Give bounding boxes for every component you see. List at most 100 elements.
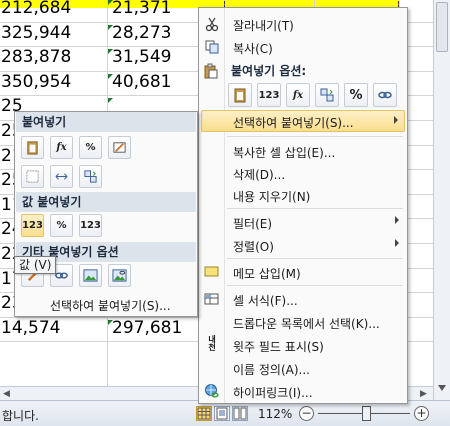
scissors-icon bbox=[205, 17, 219, 32]
menu-item-sort[interactable]: 정렬(O) bbox=[201, 234, 405, 256]
normal-view-button[interactable] bbox=[196, 406, 212, 421]
menu-item-hyperlink[interactable]: 하이퍼링크(I)... bbox=[201, 380, 405, 402]
scroll-right-icon[interactable]: ▶ bbox=[420, 389, 427, 399]
paste-transpose-button[interactable] bbox=[315, 83, 339, 107]
scroll-down-icon[interactable] bbox=[437, 382, 447, 394]
paste-options-header: 붙여넣기 옵션: bbox=[199, 61, 407, 81]
formula-icon: fx bbox=[56, 142, 67, 153]
cell-col-a[interactable]: 14,574 bbox=[1, 317, 60, 340]
error-indicator bbox=[108, 98, 113, 104]
menu-item-filter[interactable]: 필터(E) bbox=[201, 211, 405, 233]
menu-item-insert-comment[interactable]: 메모 삽입(M) bbox=[201, 261, 405, 283]
menu-item-paste-special[interactable]: 선택하여 붙여넣기(S)... bbox=[201, 110, 405, 132]
paste-icon bbox=[27, 141, 38, 155]
menu-item-label: 내용 지우기(N) bbox=[233, 190, 311, 204]
menu-item-label: 윗주 필드 표시(S) bbox=[233, 340, 324, 354]
zoom-level[interactable]: 112% bbox=[258, 407, 292, 421]
menu-item-clear-contents[interactable]: 내용 지우기(N) bbox=[201, 184, 405, 206]
menu-item-cut[interactable]: 잘라내기(T) bbox=[201, 13, 405, 35]
cell-col-a[interactable]: 325,944 bbox=[1, 22, 71, 45]
paste-linked-picture-button[interactable] bbox=[108, 264, 131, 287]
view-switcher bbox=[196, 406, 248, 421]
paste-no-borders-button[interactable] bbox=[21, 165, 44, 188]
page-break-icon bbox=[233, 407, 247, 420]
paste-values-button[interactable]: 123 bbox=[21, 214, 44, 237]
zoom-in-button[interactable]: + bbox=[414, 406, 429, 421]
vertical-scrollbar[interactable] bbox=[433, 0, 450, 400]
menu-item-label: 하이퍼링크(I)... bbox=[233, 386, 313, 400]
picture-icon bbox=[83, 269, 98, 282]
status-message: 합니다. bbox=[2, 409, 39, 423]
cell-col-b[interactable]: 297,681 bbox=[112, 317, 182, 340]
cell-col-b[interactable]: 40,681 bbox=[112, 71, 171, 94]
menu-item-pick-from-list[interactable]: 드롭다운 목록에서 선택(K)... bbox=[201, 311, 405, 333]
hyperlink-icon bbox=[205, 384, 219, 398]
menu-separator bbox=[227, 258, 403, 259]
values-percent-icon: % bbox=[56, 220, 67, 231]
transpose-icon bbox=[84, 170, 97, 183]
menu-item-copy[interactable]: 복사(C) bbox=[201, 36, 405, 58]
paste-link-button[interactable] bbox=[373, 83, 397, 107]
paste-keep-width-button[interactable] bbox=[50, 165, 73, 188]
menu-item-label: 메모 삽입(M) bbox=[233, 267, 301, 281]
menu-item-define-name[interactable]: 이름 정의(A)... bbox=[201, 357, 405, 379]
paste-keep-source-button[interactable] bbox=[108, 136, 131, 159]
paste-all-button[interactable] bbox=[21, 136, 44, 159]
submenu-paste-special[interactable]: 선택하여 붙여넣기(S)... bbox=[16, 296, 196, 316]
cell-col-b[interactable]: 31,549 bbox=[112, 46, 171, 69]
paste-values-source-format-button[interactable]: 123 bbox=[79, 214, 102, 237]
page-layout-view-button[interactable] bbox=[214, 406, 230, 421]
context-menu: 잘라내기(T) 복사(C) 붙여넣기 옵션: 123 fx % 선택하여 붙여넣… bbox=[198, 7, 408, 404]
submenu-arrow-icon bbox=[394, 116, 398, 124]
values-icon: 123 bbox=[22, 220, 43, 231]
menu-item-format-cells[interactable]: 셀 서식(F)... bbox=[201, 288, 405, 310]
menu-item-label: 이름 정의(A)... bbox=[233, 363, 310, 377]
paste-values-button[interactable]: 123 bbox=[257, 83, 281, 107]
cell-col-b[interactable]: 28,273 bbox=[112, 22, 171, 45]
paste-transpose-button[interactable] bbox=[79, 165, 102, 188]
column-width-icon bbox=[55, 173, 68, 180]
menu-item-insert-copied-cells[interactable]: 복사한 셀 삽입(E)... bbox=[201, 140, 405, 162]
error-indicator bbox=[108, 0, 113, 5]
page-break-view-button[interactable] bbox=[232, 406, 248, 421]
paste-button[interactable] bbox=[228, 83, 252, 107]
tooltip-values: 값 (V) bbox=[14, 256, 57, 274]
grid-icon bbox=[197, 407, 211, 420]
paste-formulas-button[interactable]: fx bbox=[286, 83, 310, 107]
format-cells-icon bbox=[204, 293, 219, 305]
paste-formulas-numformat-button[interactable]: % bbox=[79, 136, 102, 159]
paste-icon bbox=[234, 88, 246, 103]
error-indicator bbox=[108, 73, 113, 79]
scroll-thumb[interactable] bbox=[436, 2, 448, 52]
menu-item-label: 정렬(O) bbox=[233, 240, 274, 254]
transpose-icon bbox=[320, 88, 334, 102]
scroll-left-icon[interactable]: ◀ bbox=[3, 389, 10, 399]
copy-icon bbox=[205, 40, 219, 54]
menu-item-label: 복사한 셀 삽입(E)... bbox=[233, 146, 336, 160]
values-icon: 123 bbox=[258, 89, 280, 101]
menu-item-phonetic-field[interactable]: 내천 윗주 필드 표시(S) bbox=[201, 334, 405, 356]
paste-picture-button[interactable] bbox=[79, 264, 102, 287]
menu-item-label: 선택하여 붙여넣기(S)... bbox=[233, 116, 354, 130]
brush-icon bbox=[113, 142, 126, 153]
paste-values-numformat-button[interactable]: % bbox=[50, 214, 73, 237]
cell-col-b[interactable]: 21,371 bbox=[112, 0, 171, 20]
paste-formatting-button[interactable]: % bbox=[344, 83, 368, 107]
menu-item-label: 셀 서식(F)... bbox=[233, 294, 298, 308]
paste-special-submenu: 붙여넣기 fx % 값 붙여넣기 123 % 123 기타 붙여넣기 옵션 선택… bbox=[14, 111, 198, 317]
cell-col-a[interactable]: 283,878 bbox=[1, 46, 71, 69]
paste-formulas-button[interactable]: fx bbox=[50, 136, 73, 159]
cell-col-a[interactable]: 212,684 bbox=[1, 0, 71, 20]
menu-separator bbox=[227, 208, 403, 209]
phonetic-icon: 내천 bbox=[208, 335, 216, 352]
error-indicator bbox=[108, 24, 113, 30]
paste-clipboard-icon bbox=[204, 63, 218, 79]
menu-item-delete[interactable]: 삭제(D)... bbox=[201, 162, 405, 184]
zoom-slider-thumb[interactable] bbox=[362, 406, 371, 421]
menu-item-label: 드롭다운 목록에서 선택(K)... bbox=[233, 317, 380, 331]
cell-col-a[interactable]: 350,954 bbox=[1, 71, 71, 94]
zoom-out-button[interactable]: − bbox=[299, 406, 314, 421]
page-layout-icon bbox=[216, 407, 228, 420]
error-indicator bbox=[108, 49, 113, 55]
menu-item-label: 잘라내기(T) bbox=[233, 19, 294, 33]
